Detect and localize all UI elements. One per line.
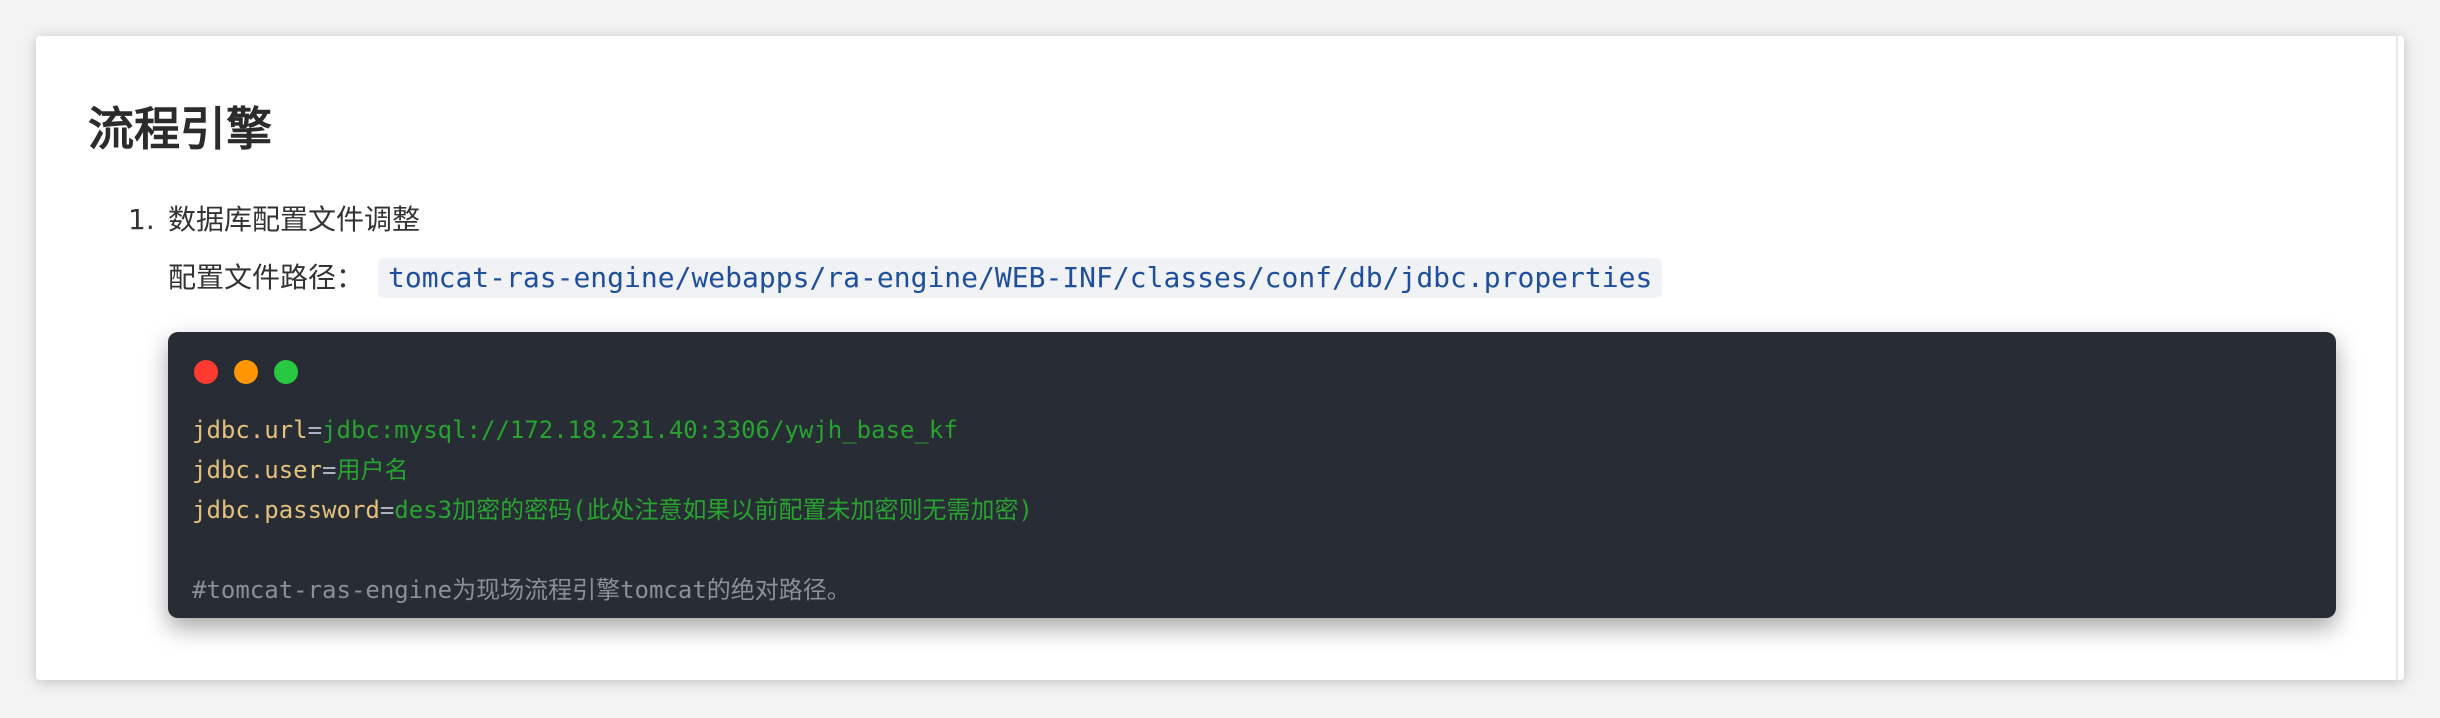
code-comment: #tomcat-ras-engine为现场流程引擎tomcat的绝对路径。 bbox=[192, 576, 851, 604]
minimize-dot-icon bbox=[234, 360, 258, 384]
code-block: jdbc.url=jdbc:mysql://172.18.231.40:3306… bbox=[168, 332, 2336, 618]
maximize-dot-icon bbox=[274, 360, 298, 384]
config-path-label: 配置文件路径： bbox=[168, 261, 365, 294]
list-item-title: 数据库配置文件调整 bbox=[168, 203, 421, 236]
code-line-user: jdbc.user=用户名 bbox=[192, 450, 1033, 490]
code-value: des3加密的密码(此处注意如果以前配置未加密则无需加密) bbox=[394, 496, 1033, 524]
code-separator: = bbox=[322, 456, 337, 484]
code-line-url: jdbc.url=jdbc:mysql://172.18.231.40:3306… bbox=[192, 410, 1033, 450]
code-line-password: jdbc.password=des3加密的密码(此处注意如果以前配置未加密则无需… bbox=[192, 490, 1033, 530]
section-heading: 流程引擎 bbox=[88, 102, 272, 156]
code-key: jdbc.password bbox=[192, 496, 380, 524]
close-dot-icon bbox=[194, 360, 218, 384]
code-key: jdbc.user bbox=[192, 456, 323, 484]
code-separator: = bbox=[379, 496, 395, 524]
code-content: jdbc.url=jdbc:mysql://172.18.231.40:3306… bbox=[192, 410, 1033, 610]
config-path-code: tomcat-ras-engine/webapps/ra-engine/WEB-… bbox=[378, 258, 1663, 298]
code-separator: = bbox=[307, 416, 323, 444]
config-path-line: 配置文件路径： tomcat-ras-engine/webapps/ra-engi… bbox=[168, 256, 2368, 300]
code-value: 用户名 bbox=[336, 456, 409, 484]
list-item: 1. 数据库配置文件调整 配置文件路径： tomcat-ras-engine/we… bbox=[128, 198, 2368, 300]
document-page: 流程引擎 1. 数据库配置文件调整 配置文件路径： tomcat-ras-engi… bbox=[36, 36, 2404, 680]
page-edge-rule bbox=[2396, 36, 2398, 680]
ordered-list: 1. 数据库配置文件调整 配置文件路径： tomcat-ras-engine/we… bbox=[128, 198, 2368, 300]
window-controls bbox=[194, 360, 314, 384]
code-line-comment: #tomcat-ras-engine为现场流程引擎tomcat的绝对路径。 bbox=[192, 570, 1033, 610]
code-key: jdbc.url bbox=[192, 416, 308, 444]
list-item-number: 1. bbox=[128, 203, 155, 236]
code-value: jdbc:mysql://172.18.231.40:3306/ywjh_bas… bbox=[322, 416, 958, 444]
